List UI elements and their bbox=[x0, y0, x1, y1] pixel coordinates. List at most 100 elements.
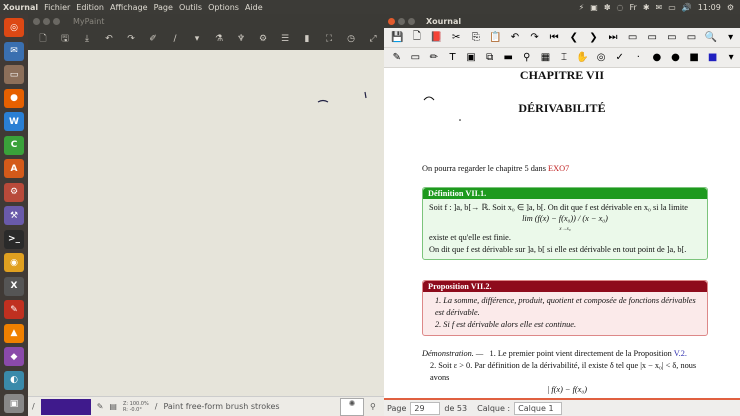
color-swatch[interactable] bbox=[40, 398, 91, 415]
brush-icon[interactable]: / bbox=[32, 402, 35, 411]
document-page[interactable]: CHAPITRE VII DÉRIVABILITÉ On pourra rega… bbox=[384, 68, 740, 398]
tool-icon[interactable]: ✋ bbox=[574, 52, 592, 63]
toolbar-icon[interactable]: ▭ bbox=[663, 32, 682, 43]
toolbar-icon[interactable]: ❮ bbox=[564, 32, 583, 43]
tool-icon[interactable]: ■ bbox=[704, 52, 722, 63]
toolbar-tool-icon[interactable]: ☰ bbox=[274, 34, 296, 44]
toolbar-tool-icon[interactable]: ⛶ bbox=[318, 34, 340, 44]
toolbar-icon[interactable]: ▾ bbox=[721, 32, 740, 43]
brush-settings-icon[interactable]: ⚲ bbox=[370, 402, 384, 411]
menu-options[interactable]: Options bbox=[208, 3, 239, 12]
tray-icon[interactable]: ▣ bbox=[590, 3, 598, 12]
menu-affichage[interactable]: Affichage bbox=[110, 3, 148, 12]
tool-icon[interactable]: ● bbox=[648, 52, 666, 63]
tool-icon[interactable]: T bbox=[444, 52, 462, 63]
launcher-thunderbird-icon[interactable]: ✉ bbox=[4, 41, 24, 61]
toolbar-icon[interactable]: ⎘ bbox=[466, 32, 485, 43]
launcher-app3-icon[interactable]: ◐ bbox=[4, 370, 24, 390]
launcher-files-icon[interactable]: ▭ bbox=[4, 65, 24, 84]
tool-icon[interactable]: ⚲ bbox=[518, 52, 536, 63]
toolbar-tool-icon[interactable]: / bbox=[164, 34, 186, 44]
brush-preview[interactable]: ✺ bbox=[340, 397, 364, 416]
toolbar-icon[interactable]: ↷ bbox=[525, 32, 544, 43]
toolbar-tool-icon[interactable]: ⤢ bbox=[362, 34, 384, 44]
launcher-app-icon[interactable]: ◉ bbox=[4, 253, 24, 272]
tool-icon[interactable]: ▭ bbox=[407, 52, 425, 63]
tool-icon[interactable]: ✎ bbox=[388, 52, 406, 63]
edit-icon[interactable]: ✎ bbox=[97, 402, 104, 411]
toolbar-tool-icon[interactable]: ♆ bbox=[230, 34, 252, 44]
menu-edition[interactable]: Edition bbox=[76, 3, 104, 12]
launcher-tool-icon[interactable]: ✎ bbox=[4, 300, 24, 319]
tray-icon[interactable]: ✉ bbox=[656, 3, 663, 12]
tool-icon[interactable]: ⧉ bbox=[481, 52, 499, 63]
tool-icon[interactable]: ✏ bbox=[425, 52, 443, 63]
menu-fichier[interactable]: Fichier bbox=[44, 3, 70, 12]
toolbar-icon[interactable]: ↶ bbox=[506, 32, 525, 43]
close-button[interactable] bbox=[33, 17, 40, 25]
exo7-link[interactable]: EXO7 bbox=[548, 164, 569, 173]
launcher-firefox-icon[interactable]: ● bbox=[4, 88, 24, 108]
tool-icon[interactable]: ■ bbox=[685, 52, 703, 63]
tool-icon[interactable]: ▾ bbox=[722, 52, 740, 63]
tool-icon[interactable]: ● bbox=[667, 52, 685, 63]
toolbar-tool-icon[interactable]: 🖫 bbox=[54, 31, 76, 47]
tool-icon[interactable]: ◎ bbox=[592, 52, 610, 63]
tool-icon[interactable]: · bbox=[630, 52, 648, 63]
toolbar-tool-icon[interactable]: ⚙ bbox=[252, 34, 274, 44]
launcher-impress-icon[interactable]: A bbox=[4, 159, 24, 178]
tool-icon[interactable]: ▬ bbox=[499, 52, 517, 63]
launcher-ubuntu-icon[interactable]: ◎ bbox=[4, 18, 24, 37]
toolbar-tool-icon[interactable]: ◷ bbox=[340, 34, 362, 44]
proposition-link[interactable]: V.2. bbox=[674, 349, 687, 358]
layer-select[interactable]: Calque 1 bbox=[514, 401, 563, 415]
toolbar-icon[interactable]: ✂ bbox=[447, 32, 466, 43]
launcher-vlc-icon[interactable]: ▲ bbox=[4, 323, 24, 343]
launcher-app4-icon[interactable]: ▣ bbox=[4, 394, 24, 413]
close-button[interactable] bbox=[388, 17, 395, 25]
tray-icon[interactable]: ✱ bbox=[643, 3, 650, 12]
launcher-writer-icon[interactable]: W bbox=[4, 112, 24, 131]
layer-icon[interactable]: ▤ bbox=[109, 402, 117, 411]
maximize-button[interactable] bbox=[53, 17, 60, 25]
minimize-button[interactable] bbox=[398, 17, 405, 25]
drawing-canvas[interactable] bbox=[28, 50, 384, 396]
toolbar-tool-icon[interactable]: ↷ bbox=[120, 34, 142, 44]
tray-icon[interactable]: 🔊 bbox=[682, 3, 692, 12]
menu-page[interactable]: Page bbox=[154, 3, 173, 12]
menu-aide[interactable]: Aide bbox=[245, 3, 263, 12]
launcher-settings-icon[interactable]: ⚙ bbox=[4, 182, 24, 202]
tool-icon[interactable]: ▣ bbox=[462, 52, 480, 63]
menu-outils[interactable]: Outils bbox=[179, 3, 202, 12]
tray-icon[interactable]: ▭ bbox=[668, 3, 676, 12]
tray-icon[interactable]: Fr bbox=[630, 3, 637, 12]
toolbar-tool-icon[interactable]: ✐ bbox=[142, 34, 164, 44]
tray-icon[interactable]: ✽ bbox=[604, 3, 611, 12]
toolbar-icon[interactable]: ⏭ bbox=[604, 32, 623, 43]
toolbar-icon[interactable]: 📕 bbox=[427, 32, 446, 43]
launcher-xournal-icon[interactable]: X bbox=[4, 276, 24, 296]
maximize-button[interactable] bbox=[408, 17, 415, 25]
launcher-terminal-icon[interactable]: >_ bbox=[4, 229, 24, 249]
tool-icon[interactable]: ✓ bbox=[611, 52, 629, 63]
toolbar-tool-icon[interactable]: 🗋 bbox=[32, 31, 54, 47]
toolbar-tool-icon[interactable]: ⚗ bbox=[208, 34, 230, 44]
toolbar-icon[interactable]: ▭ bbox=[623, 32, 642, 43]
toolbar-icon[interactable]: ❯ bbox=[584, 32, 603, 43]
page-spinner[interactable]: 29 bbox=[410, 401, 441, 415]
launcher-app2-icon[interactable]: ◆ bbox=[4, 347, 24, 366]
launcher-calc-icon[interactable]: C bbox=[4, 135, 24, 155]
minimize-button[interactable] bbox=[43, 17, 50, 25]
toolbar-icon[interactable]: 📋 bbox=[486, 32, 505, 43]
clock[interactable]: 11:09 bbox=[698, 3, 721, 12]
menu-xournal[interactable]: Xournal bbox=[3, 3, 38, 12]
tray-icon[interactable]: ⚡ bbox=[579, 3, 585, 12]
toolbar-tool-icon[interactable]: ▮ bbox=[296, 34, 318, 44]
toolbar-tool-icon[interactable]: ↶ bbox=[98, 34, 120, 44]
tool-icon[interactable]: ▦ bbox=[537, 52, 555, 63]
tool-icon[interactable]: ⌶ bbox=[555, 52, 573, 63]
toolbar-icon[interactable]: ⏮ bbox=[545, 32, 564, 43]
gear-icon[interactable]: ⚙ bbox=[727, 3, 734, 12]
toolbar-icon[interactable]: ▭ bbox=[643, 32, 662, 43]
toolbar-tool-icon[interactable]: ▾ bbox=[186, 34, 208, 44]
